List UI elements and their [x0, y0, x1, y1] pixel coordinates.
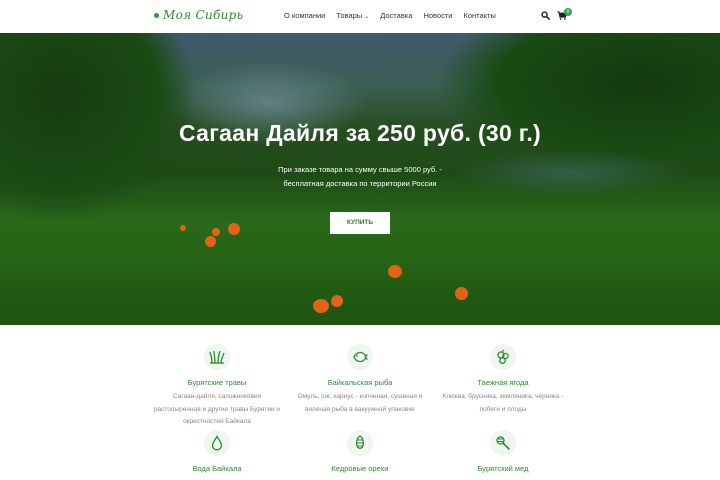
category-water[interactable]: Вода Байкала: [142, 430, 292, 473]
hero-subtitle-line: При заказе товара на сумму свыше 5000 ру…: [278, 165, 442, 174]
nav-item-delivery[interactable]: Доставка: [380, 11, 412, 20]
flower: [228, 223, 240, 235]
buy-button[interactable]: КУПИТЬ: [330, 212, 390, 234]
cart-count-badge: 0: [564, 8, 572, 16]
honey-dipper-icon: [490, 430, 516, 456]
category-berries[interactable]: Таежная ягода Клюква, брусника, земляник…: [428, 344, 578, 416]
hero-subtitle-line: бесплатная доставка по территории России: [283, 179, 437, 188]
flower: [212, 228, 220, 236]
category-title: Байкальская рыба: [327, 378, 393, 387]
nav-item-contacts[interactable]: Контакты: [463, 11, 495, 20]
category-fish[interactable]: Байкальская рыба Омуль, сиг, хариус - ко…: [285, 344, 435, 416]
hero-subtitle: При заказе товара на сумму свыше 5000 ру…: [0, 163, 720, 191]
search-icon[interactable]: [541, 11, 550, 20]
category-title: Вода Байкала: [192, 464, 242, 473]
water-drop-icon: [204, 430, 230, 456]
category-title: Бурятские травы: [187, 378, 247, 387]
category-description: Клюква, брусника, земляника, черника - п…: [428, 391, 578, 416]
category-description-line: окрестностей Байкала: [183, 418, 251, 425]
nav-item-products[interactable]: Товары ⌄: [336, 11, 369, 20]
category-title: Бурятский мед: [477, 464, 529, 473]
flower: [455, 287, 468, 300]
category-cedar-nuts[interactable]: Кедровые орехи: [285, 430, 435, 473]
category-title: Кедровые орехи: [331, 464, 389, 473]
logo-leaf-icon: [154, 12, 159, 18]
cedar-nut-icon: [347, 430, 373, 456]
category-description: Омуль, сиг, хариус - копченая, сушеная и…: [285, 391, 435, 416]
category-description-line: Омуль, сиг, хариус - копченая, сушеная и: [297, 393, 423, 400]
main-nav: О компании Товары ⌄ Доставка Новости Конт…: [284, 11, 507, 20]
chevron-down-icon: ⌄: [364, 14, 370, 20]
category-description-line: побеги и плоды: [479, 405, 527, 413]
flower: [388, 265, 402, 278]
berries-icon: [490, 344, 516, 370]
site-header: Моя Сибирь О компании Товары ⌄ Доставка Н…: [0, 0, 720, 33]
nav-item-about[interactable]: О компании: [284, 11, 325, 20]
nav-item-products-label: Товары: [336, 11, 363, 20]
category-description-line: вяленая рыба в вакуумной упаковке: [305, 405, 415, 413]
herbs-icon: [204, 344, 230, 370]
hero-title: Сагаан Дайля за 250 руб. (30 г.): [178, 120, 542, 146]
category-description-line: растопыренная и другие травы Бурятии и: [153, 405, 281, 413]
category-description-line: Сагаан-дайля, сапожниковия: [172, 393, 262, 400]
category-title: Таежная ягода: [477, 378, 529, 387]
nav-item-news[interactable]: Новости: [423, 11, 452, 20]
flower: [205, 236, 216, 247]
category-honey[interactable]: Бурятский мед: [428, 430, 578, 473]
flower: [180, 225, 186, 231]
category-description-line: Клюква, брусника, земляника, черника -: [442, 393, 564, 400]
flower: [313, 299, 329, 313]
category-herbs[interactable]: Бурятские травы Сагаан-дайля, сапожников…: [142, 344, 292, 429]
hero-banner: Сагаан Дайля за 250 руб. (30 г.) При зак…: [0, 33, 720, 325]
fish-icon: [347, 344, 373, 370]
logo[interactable]: Моя Сибирь: [154, 8, 243, 22]
category-description: Сагаан-дайля, сапожниковия растопыренная…: [142, 391, 292, 429]
flower: [331, 295, 343, 307]
logo-text: Моя Сибирь: [163, 8, 244, 22]
